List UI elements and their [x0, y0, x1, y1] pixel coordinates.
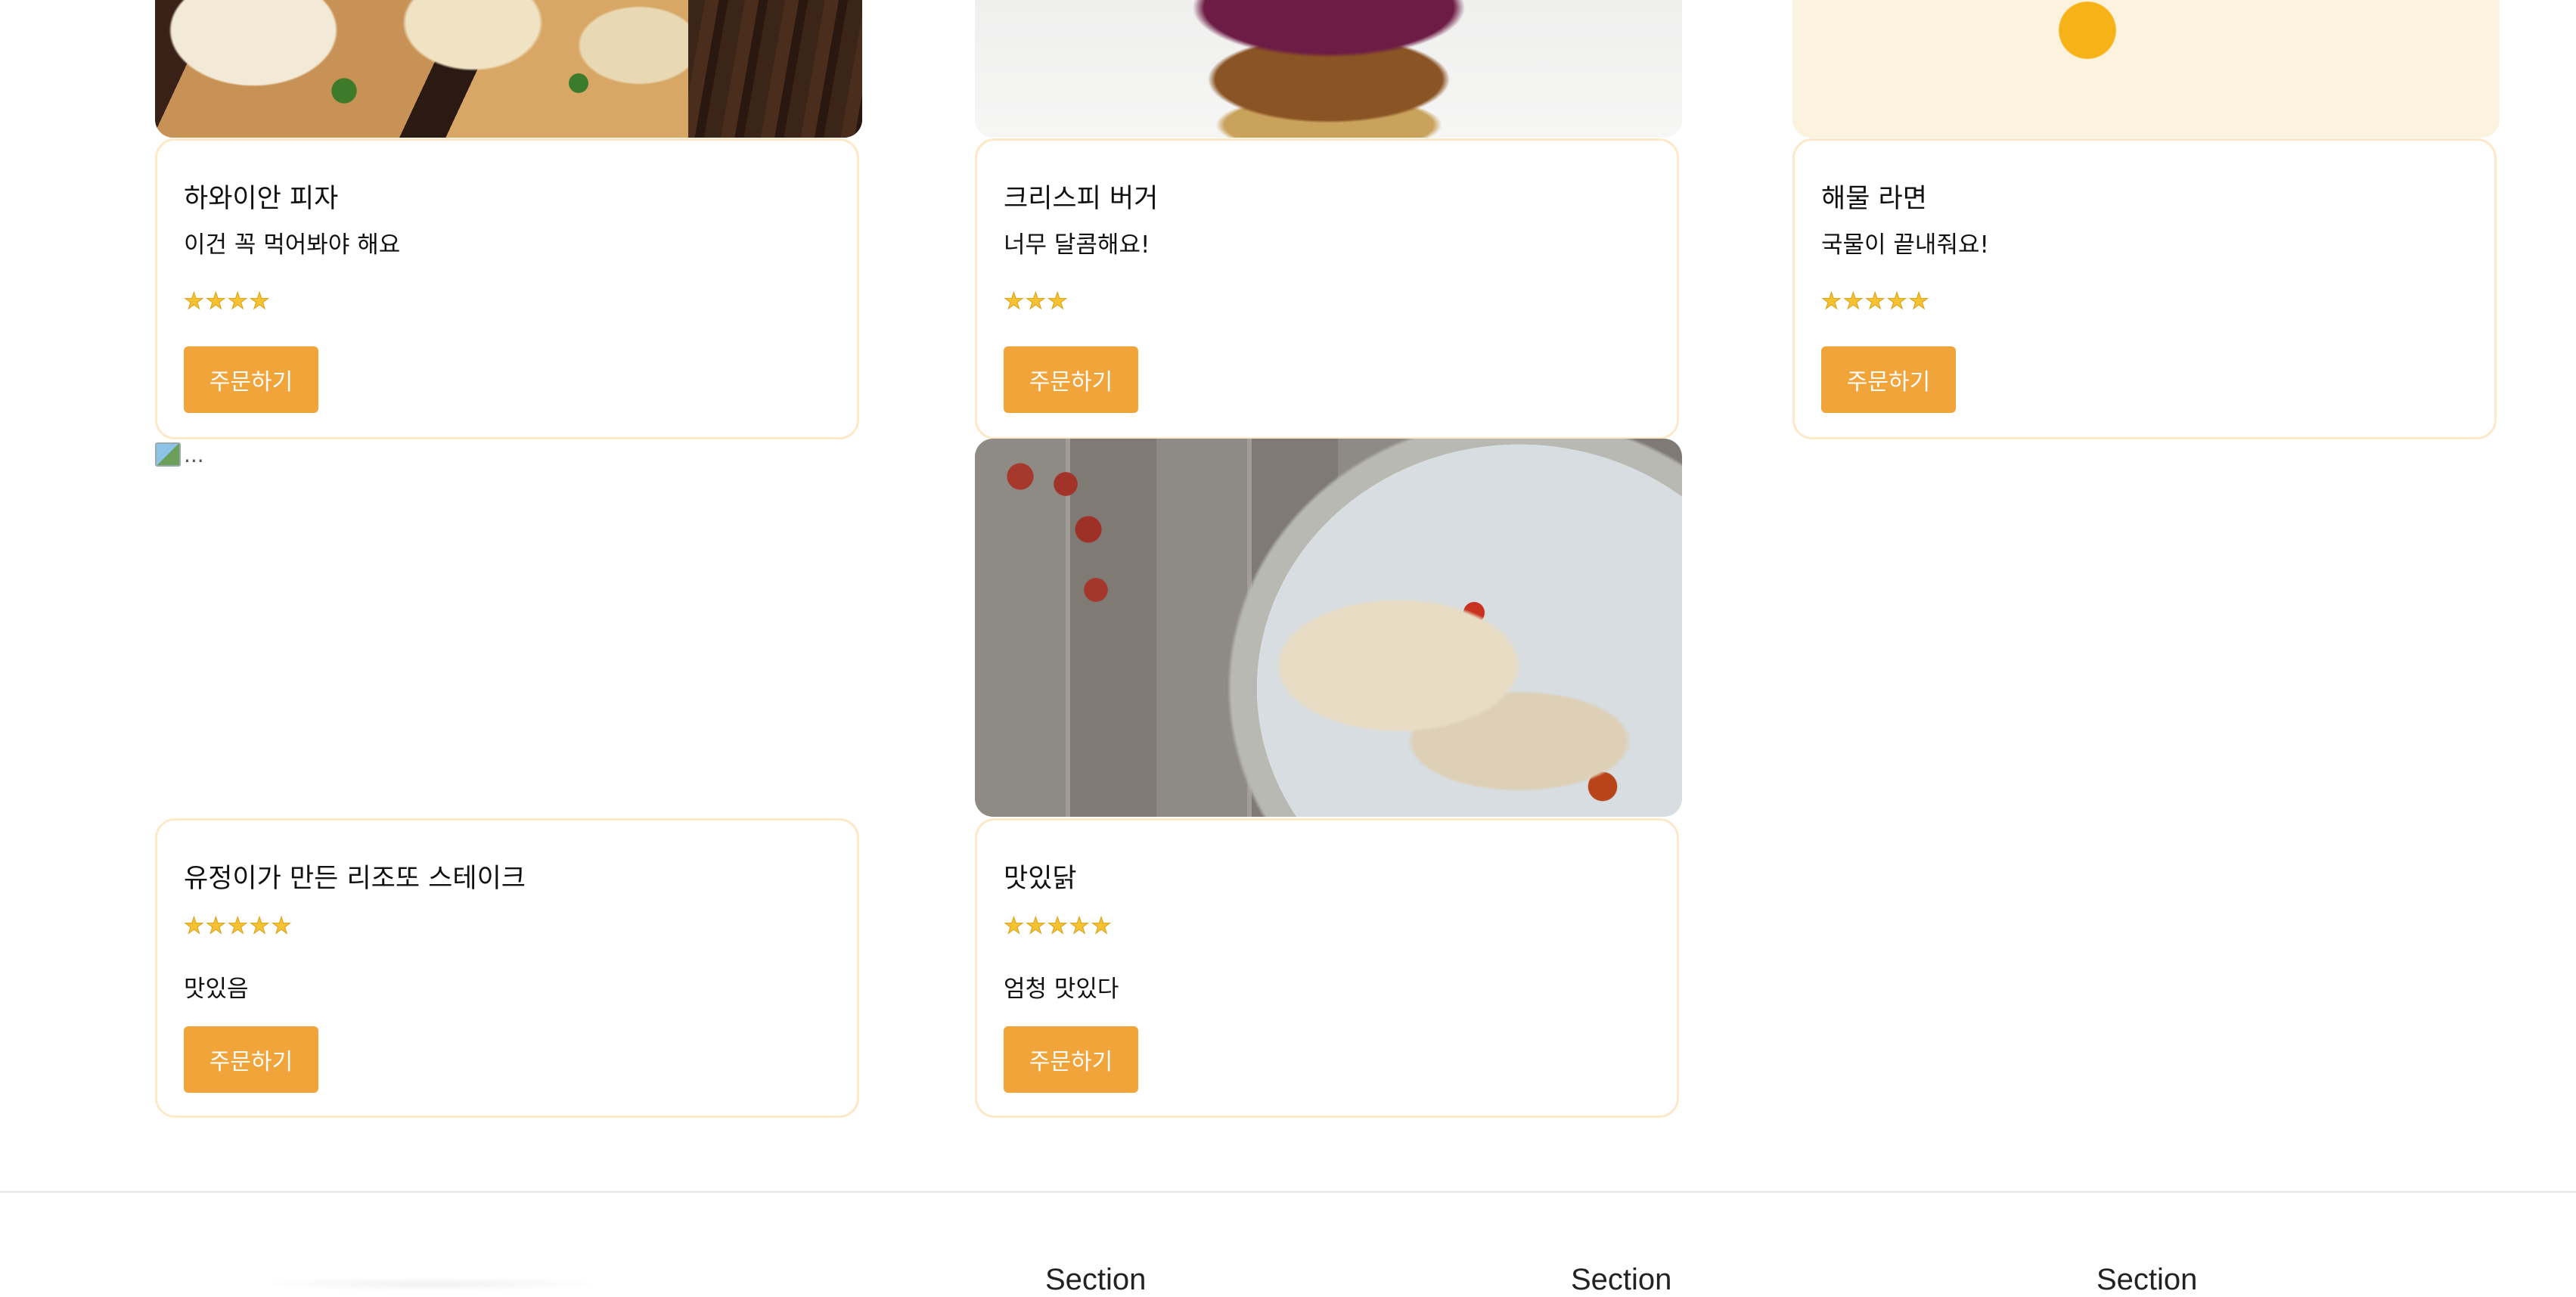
footer-section-heading: Section [1571, 1263, 1672, 1296]
pizza-image [155, 0, 862, 138]
menu-description: 이건 꼭 먹어봐야 해요 [184, 231, 401, 259]
ramen-image [1792, 0, 2500, 138]
broken-image-glyph [155, 442, 181, 467]
menu-card-ramen: 해물 라면 국물이 끝내줘요! ★★★★★ 주문하기 [1792, 138, 2497, 439]
star-icon: ★★★★ [184, 288, 272, 315]
image-alt-text: ... [184, 442, 204, 467]
star-icon: ★★★★★ [183, 913, 293, 940]
star-icon: ★★★ [1004, 288, 1069, 315]
footer-logo [272, 1278, 590, 1290]
order-button[interactable]: 주문하기 [1821, 346, 1956, 413]
menu-card-chicken: 맛있닭 ★★★★★ 엄청 맛있다 주문하기 [975, 818, 1679, 1118]
menu-description: 맛있음 [184, 976, 249, 1003]
order-button[interactable]: 주문하기 [184, 1026, 318, 1093]
menu-title: 하와이안 피자 [184, 184, 339, 214]
menu-title: 맛있닭 [1004, 864, 1077, 894]
order-button[interactable]: 주문하기 [1004, 346, 1138, 413]
menu-description: 너무 달콤해요! [1004, 231, 1150, 259]
broken-image-icon: ... [155, 441, 216, 468]
footer-section-heading: Section [1045, 1263, 1147, 1296]
order-button[interactable]: 주문하기 [1004, 1026, 1138, 1093]
menu-description: 엄청 맛있다 [1004, 976, 1119, 1003]
footer-divider [0, 1191, 2576, 1193]
order-button[interactable]: 주문하기 [184, 346, 318, 413]
star-icon: ★★★★★ [1820, 288, 1931, 315]
burger-image [975, 0, 1682, 138]
star-icon: ★★★★★ [1003, 913, 1113, 940]
menu-title: 크리스피 버거 [1004, 184, 1159, 214]
menu-description: 국물이 끝내줘요! [1821, 231, 1989, 259]
chicken-soup-image [975, 439, 1682, 817]
menu-title: 유정이가 만든 리조또 스테이크 [184, 864, 526, 894]
menu-title: 해물 라면 [1821, 184, 1927, 214]
menu-card-pizza: 하와이안 피자 이건 꼭 먹어봐야 해요 ★★★★ 주문하기 [155, 138, 859, 439]
menu-card-risotto: 유정이가 만든 리조또 스테이크 ★★★★★ 맛있음 주문하기 [155, 818, 859, 1118]
menu-card-burger: 크리스피 버거 너무 달콤해요! ★★★ 주문하기 [975, 138, 1679, 439]
footer-section-heading: Section [2096, 1263, 2198, 1296]
